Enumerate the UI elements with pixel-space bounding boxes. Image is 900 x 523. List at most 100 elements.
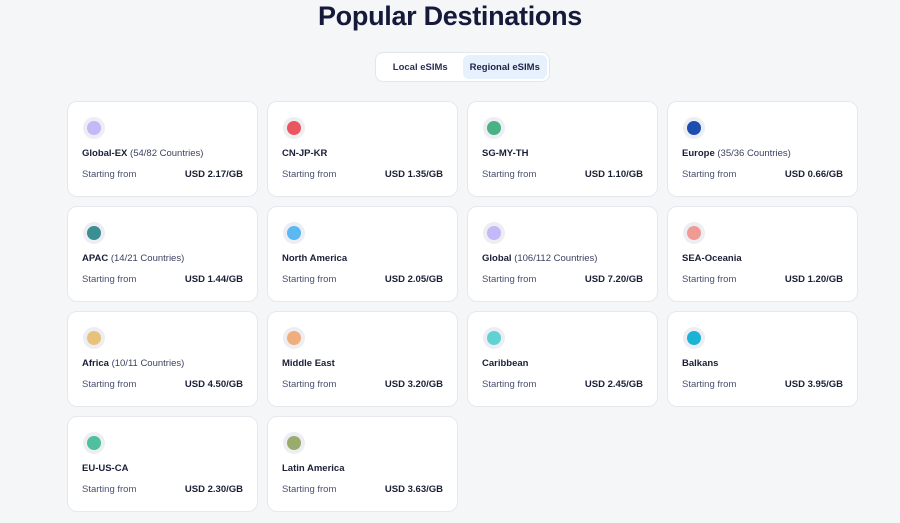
destination-title: Global-EX: [82, 148, 128, 159]
destination-card[interactable]: Global (106/112 Countries) Starting from U…: [467, 206, 658, 302]
page-title: Popular Destinations: [317, 1, 583, 31]
destination-name: Balkans: [682, 358, 718, 369]
destination-name: CN-JP-KR: [282, 148, 327, 159]
destination-title: SEA-Oceania: [682, 253, 742, 264]
starting-from-label: Starting from: [282, 169, 337, 180]
apac-flag-icon: [87, 226, 101, 240]
destinations-grid: Global-EX (54/82 Countries) Starting from…: [67, 101, 858, 512]
destination-country-count: (35/36 Countries): [717, 148, 791, 159]
destination-name: SG-MY-TH: [482, 148, 528, 159]
starting-from-label: Starting from: [682, 169, 737, 180]
destination-name: SEA-Oceania: [682, 253, 742, 264]
destination-name: Caribbean: [482, 358, 528, 369]
destination-name: North America: [282, 253, 347, 264]
destination-card[interactable]: Africa (10/11 Countries) Starting from USD…: [67, 311, 258, 407]
destination-title: APAC: [82, 253, 109, 264]
starting-from-label: Starting from: [482, 169, 537, 180]
destination-name: Latin America: [282, 463, 344, 474]
price: USD 0.66/GB: [784, 169, 843, 180]
north-america-flag-icon: [287, 226, 301, 240]
destination-title: EU-US-CA: [82, 463, 129, 474]
destination-title: Latin America: [282, 463, 345, 474]
price: USD 3.20/GB: [384, 379, 443, 390]
esim-type-tabs: Local eSIMs Regional eSIMs: [375, 52, 550, 82]
destination-card[interactable]: EU-US-CA Starting from USD 2.30/GB: [67, 416, 258, 512]
balkans-flag-icon: [687, 331, 701, 345]
destination-card[interactable]: Latin America Starting from USD 3.63/GB: [267, 416, 458, 512]
destination-country-count: (14/21 Countries): [110, 253, 185, 264]
flag-badge: [283, 117, 305, 139]
caribbean-flag-icon: [487, 331, 501, 345]
destination-card[interactable]: Caribbean Starting from USD 2.45/GB: [467, 311, 658, 407]
price: USD 4.50/GB: [184, 379, 243, 390]
price: USD 1.10/GB: [584, 169, 643, 180]
starting-from-label: Starting from: [82, 274, 137, 285]
tab-regional-esims[interactable]: Regional eSIMs: [462, 55, 547, 79]
destination-name: Global-EX (54/82 Countries): [82, 148, 203, 159]
destination-title: Africa: [82, 358, 109, 369]
starting-from-label: Starting from: [282, 484, 337, 495]
destination-card[interactable]: North America Starting from USD 2.05/GB: [267, 206, 458, 302]
flag-badge: [683, 327, 705, 349]
flag-badge: [283, 432, 305, 454]
price: USD 2.45/GB: [584, 379, 643, 390]
sg-my-th-flag-icon: [487, 121, 501, 135]
destination-card[interactable]: Global-EX (54/82 Countries) Starting from…: [67, 101, 258, 197]
eu-flag-icon: [687, 121, 701, 135]
latin-america-flag-icon: [287, 436, 301, 450]
destination-name: Middle East: [282, 358, 335, 369]
price: USD 2.17/GB: [184, 169, 243, 180]
africa-flag-icon: [87, 331, 101, 345]
flag-badge: [83, 327, 105, 349]
flag-badge: [483, 222, 505, 244]
flag-badge: [683, 117, 705, 139]
flag-badge: [283, 222, 305, 244]
destination-card[interactable]: SEA-Oceania Starting from USD 1.20/GB: [667, 206, 858, 302]
starting-from-label: Starting from: [482, 274, 537, 285]
destination-card[interactable]: APAC (14/21 Countries) Starting from USD 1…: [67, 206, 258, 302]
eu-us-ca-flag-icon: [87, 436, 101, 450]
destination-title: CN-JP-KR: [282, 148, 328, 159]
flag-badge: [283, 327, 305, 349]
destination-name: Europe (35/36 Countries): [682, 148, 791, 159]
price: USD 1.20/GB: [784, 274, 843, 285]
destination-card[interactable]: SG-MY-TH Starting from USD 1.10/GB: [467, 101, 658, 197]
price: USD 2.05/GB: [384, 274, 443, 285]
destination-title: Caribbean: [482, 358, 529, 369]
starting-from-label: Starting from: [82, 169, 137, 180]
starting-from-label: Starting from: [82, 379, 137, 390]
flag-badge: [83, 117, 105, 139]
globe-flag-icon: [87, 121, 101, 135]
destination-card[interactable]: CN-JP-KR Starting from USD 1.35/GB: [267, 101, 458, 197]
destination-name: Global (106/112 Countries): [482, 253, 597, 264]
price: USD 1.35/GB: [384, 169, 443, 180]
tab-local-esims[interactable]: Local eSIMs: [378, 55, 463, 79]
destination-card[interactable]: Balkans Starting from USD 3.95/GB: [667, 311, 858, 407]
destination-title: SG-MY-TH: [482, 148, 529, 159]
destination-name: EU-US-CA: [82, 463, 128, 474]
starting-from-label: Starting from: [282, 379, 337, 390]
flag-badge: [83, 432, 105, 454]
destination-name: APAC (14/21 Countries): [82, 253, 184, 264]
price: USD 1.44/GB: [184, 274, 243, 285]
price: USD 2.30/GB: [184, 484, 243, 495]
destination-title: North America: [282, 253, 348, 264]
destination-title: Global: [482, 253, 512, 264]
destination-card[interactable]: Middle East Starting from USD 3.20/GB: [267, 311, 458, 407]
destination-card[interactable]: Europe (35/36 Countries) Starting from USD…: [667, 101, 858, 197]
sea-oceania-flag-icon: [687, 226, 701, 240]
globe-flag-icon: [487, 226, 501, 240]
destination-title: Balkans: [682, 358, 719, 369]
destination-country-count: (10/11 Countries): [111, 358, 185, 369]
price: USD 7.20/GB: [584, 274, 643, 285]
destination-country-count: (54/82 Countries): [130, 148, 204, 159]
destination-title: Europe: [682, 148, 715, 159]
destination-title: Middle East: [282, 358, 335, 369]
destination-country-count: (106/112 Countries): [514, 253, 598, 264]
flag-badge: [83, 222, 105, 244]
destination-name: Africa (10/11 Countries): [82, 358, 184, 369]
price: USD 3.63/GB: [384, 484, 443, 495]
starting-from-label: Starting from: [82, 484, 137, 495]
middle-east-flag-icon: [287, 331, 301, 345]
starting-from-label: Starting from: [682, 274, 737, 285]
